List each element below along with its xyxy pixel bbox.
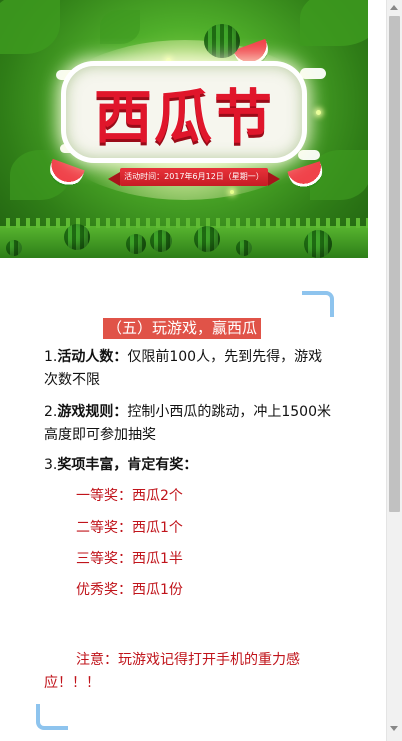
rule-item-prefix: 1. (44, 349, 58, 365)
corner-bracket-top-right (302, 291, 334, 317)
corner-bracket-bottom-left (36, 704, 68, 730)
event-date-ribbon: 活动时间：2017年6月12日（星期一） (120, 168, 268, 186)
watermelon-icon (204, 24, 240, 58)
banner-title: 西瓜节 (93, 83, 274, 151)
scroll-up-arrow-icon[interactable] (390, 5, 398, 10)
section-title: （五）玩游戏，赢西瓜 (103, 318, 262, 339)
watermelon-icon (64, 224, 90, 250)
prize-second: 二等奖：西瓜1个 (76, 520, 183, 536)
rule-item-1: 1.活动人数：仅限前100人，先到先得，游戏次数不限 (44, 346, 332, 392)
watermelon-icon (126, 234, 146, 254)
note-text: 注意：玩游戏记得打开手机的重力感应！！！ (44, 652, 300, 691)
vertical-scrollbar[interactable] (386, 0, 402, 741)
watermelon-icon (304, 230, 332, 258)
watermelon-icon (194, 226, 220, 252)
rule-item-label: 活动人数： (57, 349, 128, 365)
gravity-sensor-note: 注意：玩游戏记得打开手机的重力感应！！！ (44, 649, 334, 695)
rule-item-label: 游戏规则： (57, 404, 128, 420)
prize-honorable: 优秀奖：西瓜1份 (76, 582, 183, 598)
watermelon-icon (150, 230, 172, 252)
page-content: 西瓜节 活动时间：2017年6月12日（星期一） （五）玩游戏，赢西瓜 1.活动… (0, 0, 386, 741)
prize-third: 三等奖：西瓜1半 (76, 551, 183, 567)
rule-item-label: 奖项丰富，肯定有奖： (57, 457, 198, 473)
rule-item-prefix: 2. (44, 404, 58, 420)
watermelon-icon (6, 240, 22, 256)
rule-item-prefix: 3. (44, 457, 58, 473)
prize-first: 一等奖：西瓜2个 (76, 488, 183, 504)
rule-item-2: 2.游戏规则：控制小西瓜的跳动，冲上1500米高度即可参加抽奖 (44, 401, 332, 447)
watermelon-icon (236, 240, 252, 256)
scroll-down-arrow-icon[interactable] (390, 726, 398, 731)
watermelon-festival-banner: 西瓜节 活动时间：2017年6月12日（星期一） (0, 0, 368, 258)
rule-item-3: 3.奖项丰富，肯定有奖： (44, 454, 332, 477)
scrollbar-thumb[interactable] (389, 16, 400, 512)
